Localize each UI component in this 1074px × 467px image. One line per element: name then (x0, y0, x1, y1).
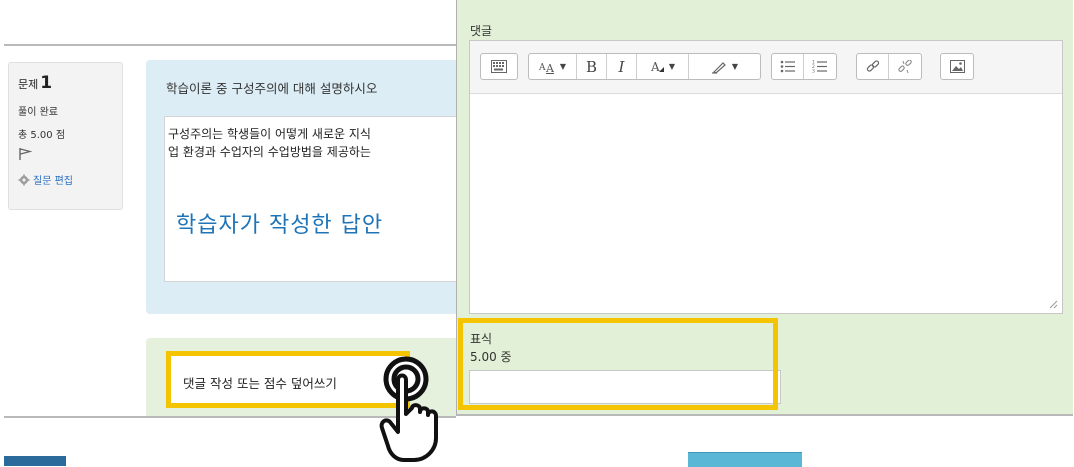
edit-question-label: 질문 편집 (33, 176, 73, 187)
comment-override-link[interactable]: 댓글 작성 또는 점수 덮어쓰기 (166, 351, 410, 408)
toolbar-group-links (856, 53, 922, 80)
font-size-button[interactable]: A A ▼ (529, 54, 577, 79)
comment-editor[interactable]: A A ▼ B I A ▼ ▼ 1 2 3 (469, 40, 1063, 314)
font-color-icon: A (650, 60, 664, 74)
unlink-icon (898, 59, 912, 73)
link-icon (866, 59, 879, 72)
question-number: 문제 1 (18, 73, 53, 93)
highlight-icon (711, 61, 726, 74)
font-size-icon: A A (539, 62, 555, 74)
edit-question-link[interactable]: 질문 편집 (18, 172, 73, 187)
question-review-panel: 문제 1 풀이 완료 총 5.00 점 질문 편집 학습이론 중 구성주의에 대해… (4, 44, 456, 418)
question-state: 풀이 완료 (18, 107, 58, 118)
svg-text:A: A (545, 62, 555, 74)
flag-icon[interactable] (18, 147, 32, 161)
highlight-button[interactable]: ▼ (689, 54, 760, 79)
toolbar-group-format: A A ▼ B I A ▼ ▼ (528, 53, 761, 80)
comment-label: 댓글 (470, 24, 493, 38)
italic-icon: I (618, 57, 625, 76)
toolbar-toggle-icon (491, 60, 507, 73)
student-answer-box: 구성주의는 학생들이 어떻게 새로운 지식 업 환경과 수업자의 수업방법을 제… (164, 116, 456, 282)
bold-button[interactable]: B (577, 54, 607, 79)
numbered-list-icon: 123 (812, 60, 827, 74)
svg-text:A: A (539, 63, 546, 73)
toolbar-toggle-button[interactable] (481, 54, 517, 79)
numbered-list-button[interactable]: 123 (804, 54, 836, 79)
answer-line: 업 환경과 수업자의 수업방법을 제공하는 (168, 145, 371, 159)
toolbar-group-lists: 123 (771, 53, 837, 80)
font-color-button[interactable]: A ▼ (637, 54, 689, 79)
image-icon (949, 60, 965, 73)
partial-button-fragment (4, 456, 66, 466)
mark-input[interactable] (469, 370, 781, 404)
question-grade: 총 5.00 점 (18, 130, 66, 141)
toolbar-group-media (940, 53, 974, 80)
mark-label: 표식 (470, 332, 493, 346)
comment-override-label: 댓글 작성 또는 점수 덮어쓰기 (183, 376, 337, 391)
mark-out-of: 5.00 중 (470, 350, 512, 364)
question-text-box: 학습이론 중 구성주의에 대해 설명하시오 구성주의는 학생들이 어떻게 새로운… (146, 60, 456, 314)
question-info-box: 문제 1 풀이 완료 총 5.00 점 질문 편집 (8, 62, 123, 210)
question-prompt: 학습이론 중 구성주의에 대해 설명하시오 (166, 81, 378, 96)
image-button[interactable] (941, 54, 973, 79)
resize-handle-icon[interactable] (1049, 300, 1058, 309)
editor-toolbar: A A ▼ B I A ▼ ▼ 1 2 3 (470, 41, 1062, 94)
svg-text:A: A (650, 60, 660, 74)
gear-icon (18, 174, 30, 185)
grading-panel: 댓글 A A ▼ B I A ▼ ▼ 1 2 3 표식 5.00 중 (456, 0, 1073, 416)
link-button[interactable] (857, 54, 889, 79)
toolbar-group-toggle (480, 53, 518, 80)
bullet-list-icon (780, 60, 795, 73)
answer-caption: 학습자가 작성한 답안 (176, 213, 384, 238)
answer-line: 구성주의는 학생들이 어떻게 새로운 지식 (168, 127, 371, 141)
italic-button[interactable]: I (607, 54, 637, 79)
unlink-button[interactable] (889, 54, 921, 79)
bullet-list-button[interactable] (772, 54, 804, 79)
svg-text:3: 3 (812, 69, 815, 74)
bold-icon: B (585, 57, 598, 76)
partial-button-fragment (688, 452, 802, 467)
